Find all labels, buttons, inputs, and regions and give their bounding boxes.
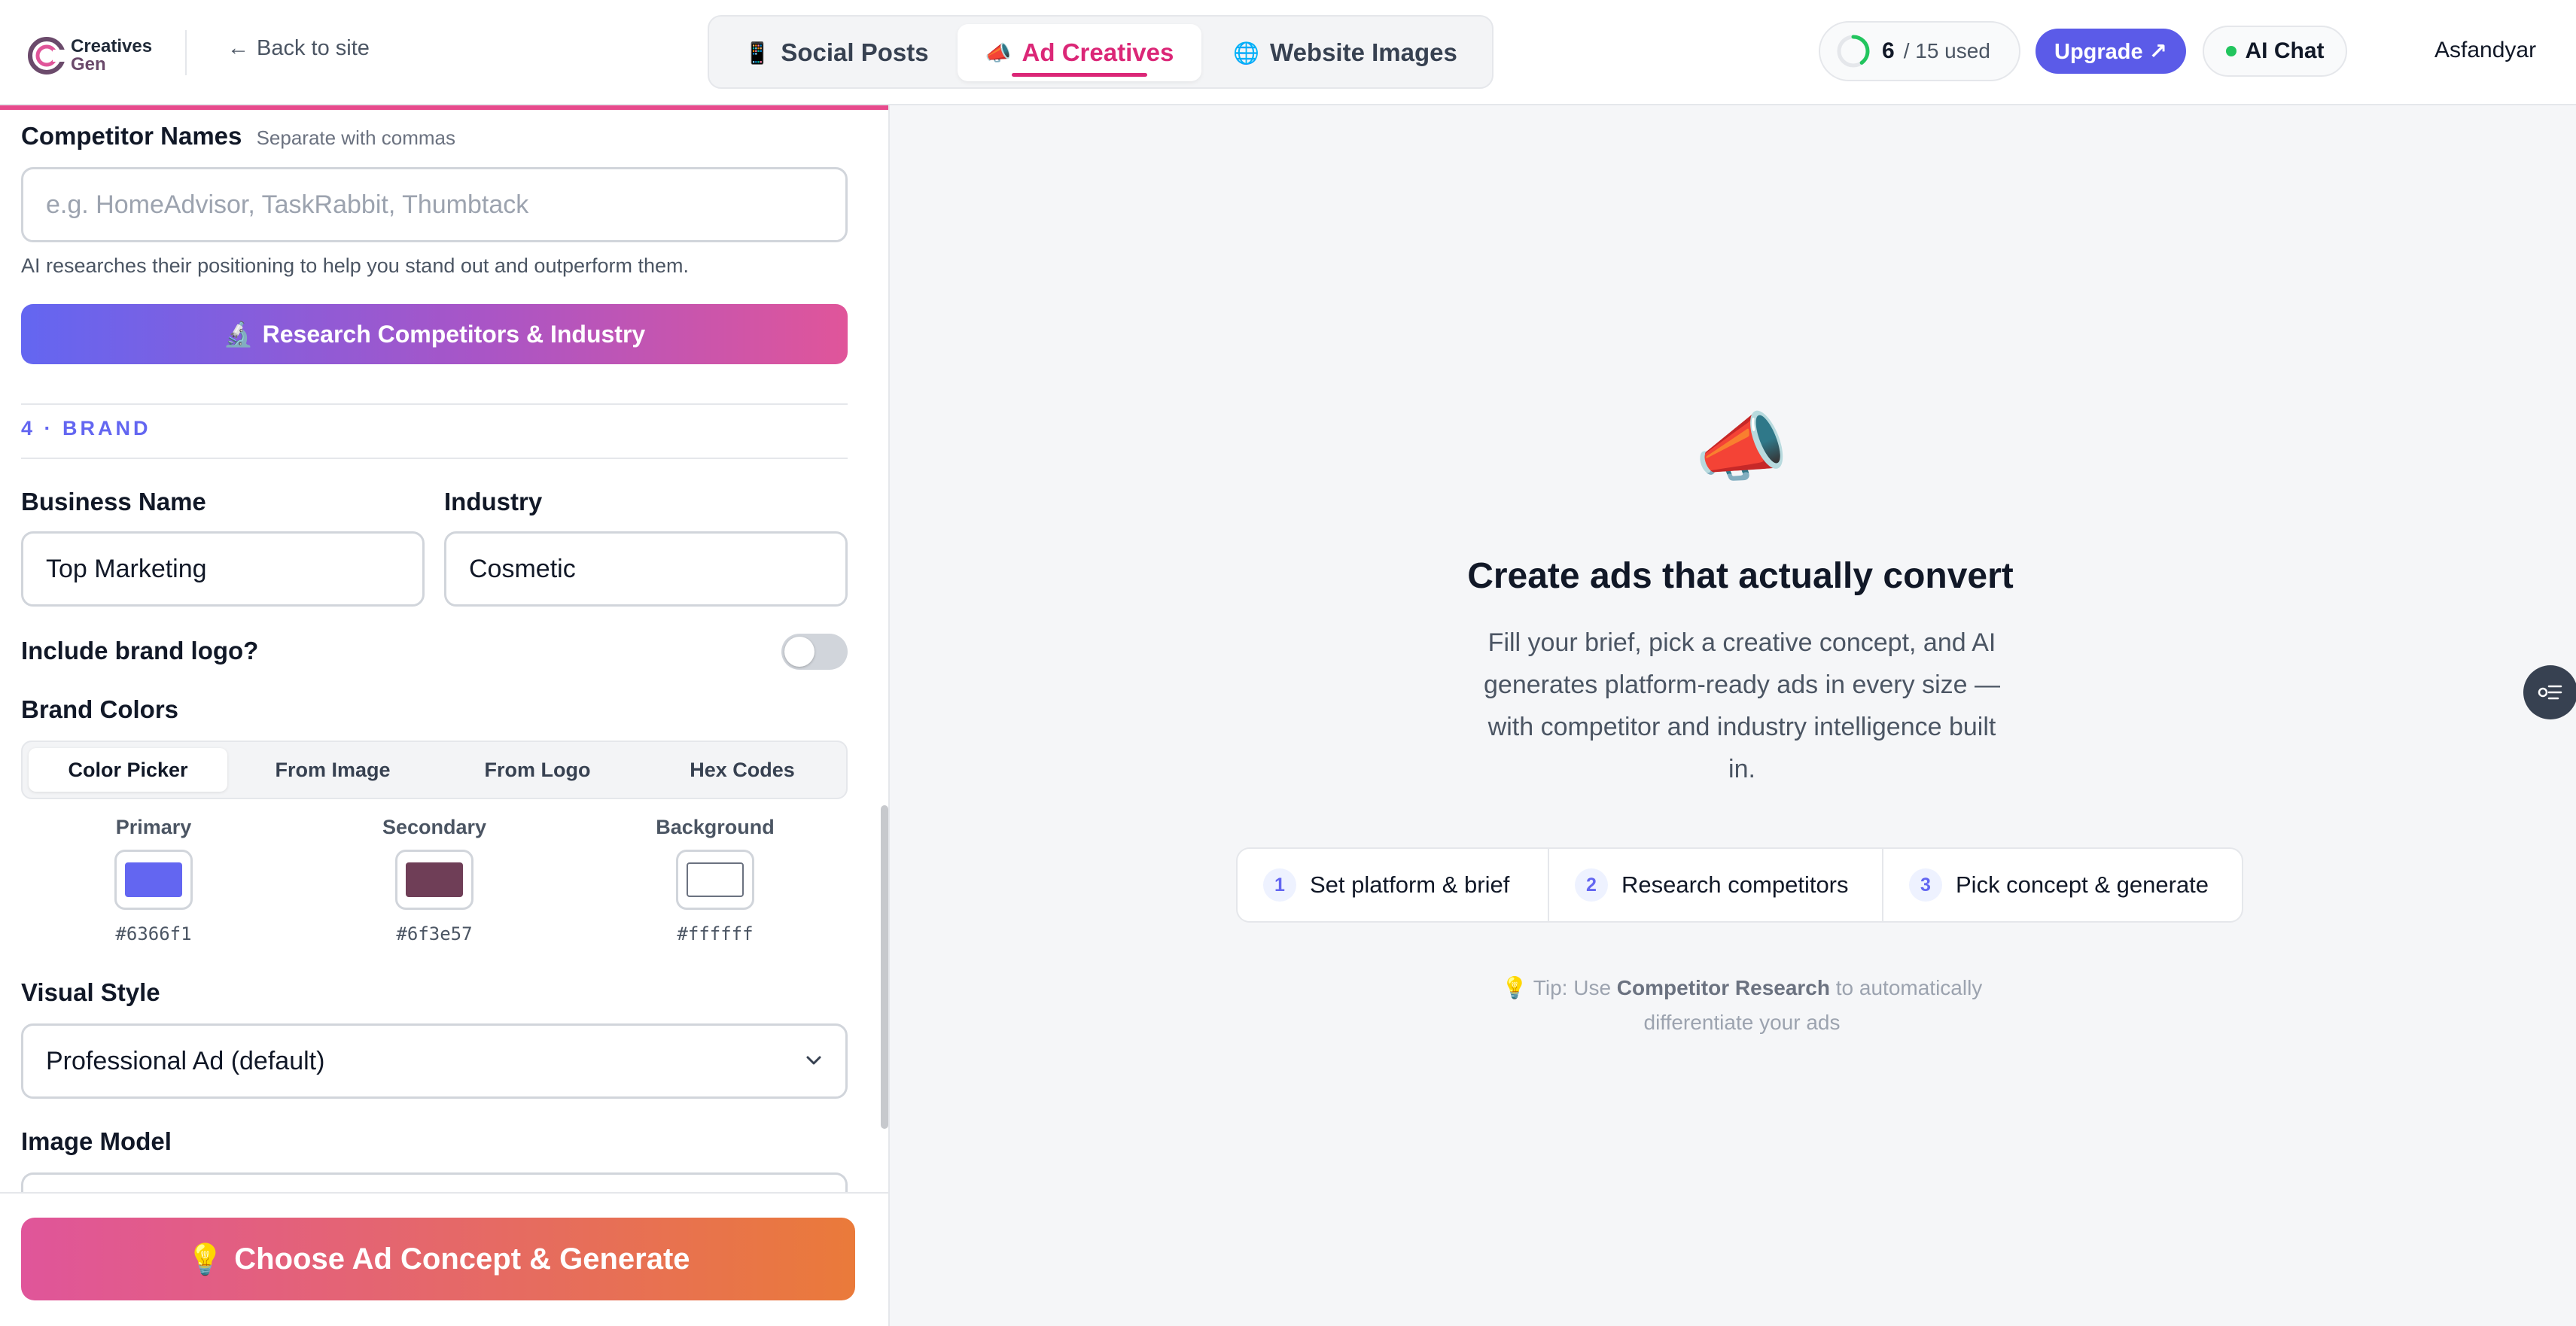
ai-chat-button[interactable]: AI Chat [2203,26,2347,77]
arrow-left-icon: ← [227,36,249,60]
panel-accent-bar [0,105,888,110]
preview-panel: 📣 Create ads that actually convert Fill … [891,105,2576,1326]
section-divider [21,403,848,405]
swatch-hex: #6366f1 [115,923,192,944]
tab-website-images[interactable]: 🌐 Website Images [1206,24,1484,81]
step-label: Research competitors [1621,871,1849,898]
competitor-names-label: Competitor Names Separate with commas [21,122,455,151]
usage-total: / 15 used [1903,39,1990,62]
color-fill [406,862,463,897]
step-number: 2 [1575,868,1608,902]
generator-tabs: 📱 Social Posts 📣 Ad Creatives 🌐 Website … [708,15,1494,89]
logo-wordmark[interactable]: Creatives Gen [71,38,152,74]
competitor-names-label-text: Competitor Names [21,122,242,150]
microscope-icon: 🔬 [223,321,254,348]
empty-state-title: Create ads that actually convert [1467,556,2014,596]
step-label: Pick concept & generate [1956,871,2209,898]
primary-color-swatch: Primary #6366f1 [78,816,229,944]
phone-icon: 📱 [744,41,771,65]
step-number: 1 [1263,868,1296,902]
task-list-floating-button[interactable] [2523,665,2576,719]
competitor-helper-text: AI researches their positioning to help … [21,254,690,277]
tip-highlight: Competitor Research [1616,976,1830,999]
secondary-color-picker[interactable] [395,850,473,910]
mode-hex-codes[interactable]: Hex Codes [643,748,842,792]
tab-label: Social Posts [781,38,929,66]
tip-text: 💡 Tip: Use Competitor Research to automa… [1463,971,2020,1040]
swatch-label: Secondary [382,816,487,838]
lightbulb-icon: 💡 [186,1242,224,1276]
user-menu[interactable]: Asfandyar [2434,38,2536,63]
upgrade-button[interactable]: Upgrade ↗ [2036,29,2186,74]
industry-input[interactable]: Cosmetic [444,531,848,607]
swatch-hex: #ffffff [677,923,754,944]
step-item: 2 Research competitors [1549,849,1883,921]
empty-state-description: Fill your brief, pick a creative concept… [1484,628,2000,783]
swatch-label: Background [656,816,775,838]
visual-style-select[interactable]: Professional Ad (default) [21,1023,848,1099]
megaphone-icon: 📣 [985,41,1012,65]
step-number: 3 [1909,868,1942,902]
globe-icon: 🌐 [1233,41,1260,65]
back-to-site-label: Back to site [257,36,370,60]
research-competitors-button[interactable]: 🔬 Research Competitors & Industry [21,304,848,364]
usage-count: 6 [1882,38,1895,63]
form-footer: 💡 Choose Ad Concept & Generate [0,1192,888,1326]
section-divider [21,458,848,459]
visual-style-label: Visual Style [21,978,160,1006]
swatch-hex: #6f3e57 [396,923,473,944]
background-color-swatch: Background #ffffff [640,816,790,944]
logo-line-1: Creatives [71,36,153,56]
brand-section-title: 4 · BRAND [21,417,151,439]
business-name-input[interactable]: Top Marketing [21,531,425,607]
secondary-color-swatch: Secondary #6f3e57 [359,816,510,944]
competitor-names-input[interactable]: e.g. HomeAdvisor, TaskRabbit, Thumbtack [21,167,848,242]
swatch-label: Primary [115,816,192,838]
include-logo-toggle[interactable] [781,634,848,670]
competitor-names-hint: Separate with commas [256,126,456,149]
brand-colors-label: Brand Colors [21,695,179,723]
tab-label: Website Images [1270,38,1457,66]
tab-social-posts[interactable]: 📱 Social Posts [717,24,956,81]
mode-from-image[interactable]: From Image [233,748,432,792]
form-scrollbar[interactable] [881,805,888,1129]
mode-from-logo[interactable]: From Logo [438,748,637,792]
tab-label: Ad Creatives [1022,38,1174,66]
brief-form-panel: Competitor Names Separate with commas e.… [0,105,890,1326]
image-model-label: Image Model [21,1127,172,1155]
brand-colors-mode-selector: Color Picker From Image From Logo Hex Co… [21,741,848,799]
primary-color-picker[interactable] [114,850,193,910]
chevron-down-icon [806,1056,821,1065]
top-header: Creatives Gen ← Back to site 📱 Social Po… [0,0,2576,105]
tip-prefix: 💡 Tip: Use [1501,976,1617,999]
header-divider [185,30,187,75]
tab-ad-creatives[interactable]: 📣 Ad Creatives [958,24,1201,81]
back-to-site-link[interactable]: ← Back to site [227,36,370,61]
generate-button-label: Choose Ad Concept & Generate [234,1242,690,1276]
online-status-icon [2225,46,2236,56]
step-item: 3 Pick concept & generate [1883,849,2242,921]
choose-concept-generate-button[interactable]: 💡 Choose Ad Concept & Generate [21,1218,855,1300]
step-item: 1 Set platform & brief [1238,849,1549,921]
usage-meter: 6 / 15 used [1819,21,2020,81]
step-label: Set platform & brief [1310,871,1510,898]
toggle-knob [784,637,815,667]
ai-chat-label: AI Chat [2245,38,2325,63]
industry-label: Industry [444,488,543,515]
color-fill [125,862,182,897]
task-list-icon [2538,685,2562,700]
usage-ring-icon [1837,35,1870,68]
background-color-picker[interactable] [676,850,754,910]
visual-style-value: Professional Ad (default) [46,1046,325,1075]
mode-color-picker[interactable]: Color Picker [29,748,227,792]
workflow-steps: 1 Set platform & brief 2 Research compet… [1236,847,2243,923]
include-logo-label: Include brand logo? [21,637,259,665]
megaphone-icon: 📣 [1694,406,1789,490]
active-tab-indicator [1012,73,1147,77]
color-fill [687,862,744,897]
logo-line-2: Gen [71,54,106,75]
business-name-label: Business Name [21,488,206,515]
creatives-gen-logo-icon[interactable] [26,33,71,78]
research-button-label: Research Competitors & Industry [262,320,646,348]
